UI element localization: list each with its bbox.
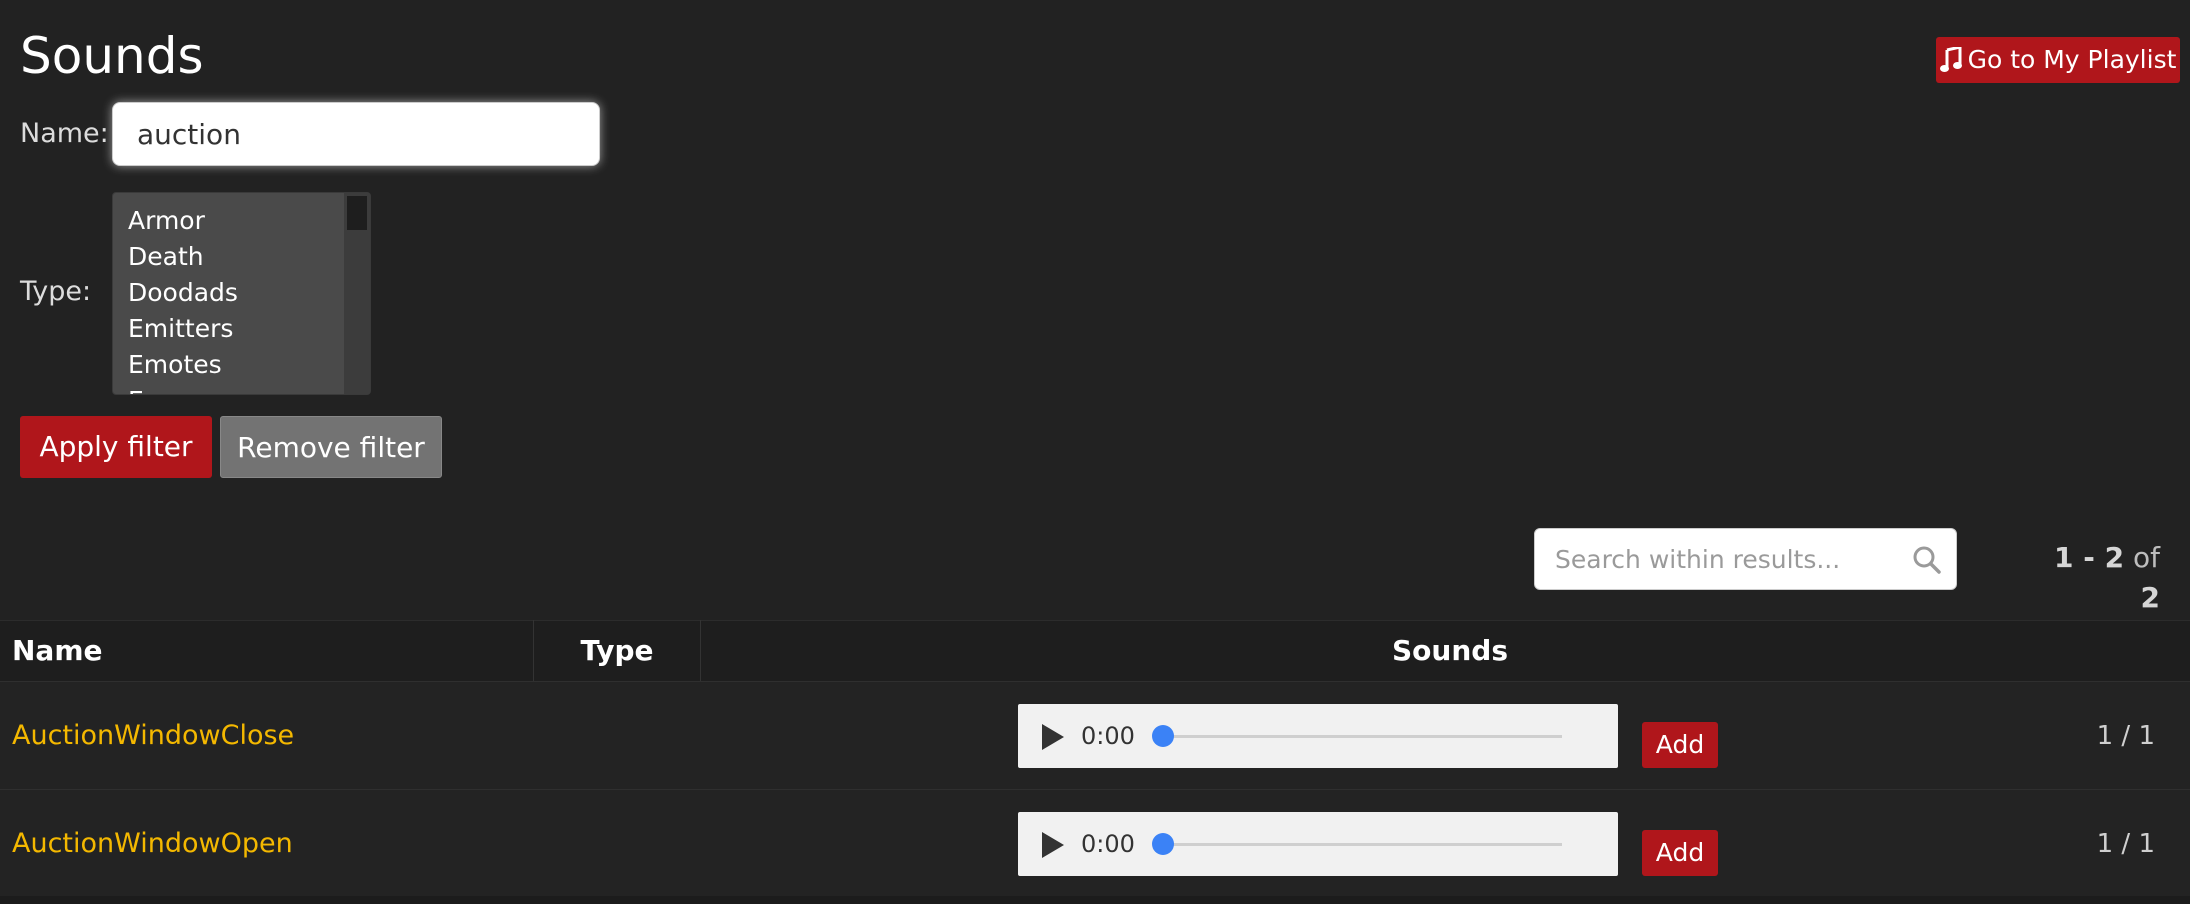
remove-filter-button[interactable]: Remove filter xyxy=(220,416,442,478)
add-to-playlist-button[interactable]: Add xyxy=(1642,722,1718,768)
table-row: AuctionWindowOpen 0:00 Add 1 / 1 xyxy=(0,789,2190,897)
type-option-emitters[interactable]: Emitters xyxy=(113,311,370,347)
sound-count: 1 / 1 xyxy=(2096,721,2155,751)
audio-player[interactable]: 0:00 xyxy=(1018,704,1618,768)
page-bottom-edge xyxy=(0,896,2190,904)
header-type[interactable]: Type xyxy=(534,621,700,681)
type-option-emotes[interactable]: Emotes xyxy=(113,347,370,383)
results-search-box xyxy=(1534,528,1957,590)
playlist-button-label: Go to My Playlist xyxy=(1967,45,2177,74)
apply-filter-button[interactable]: Apply filter xyxy=(20,416,212,478)
pager-of: of xyxy=(2133,541,2160,574)
play-icon[interactable] xyxy=(1042,724,1064,750)
audio-progress-thumb[interactable] xyxy=(1152,725,1174,747)
audio-player[interactable]: 0:00 xyxy=(1018,812,1618,876)
type-option-partial[interactable]: E... xyxy=(113,383,370,394)
sound-name-link[interactable]: AuctionWindowOpen xyxy=(12,824,293,864)
type-option-doodads[interactable]: Doodads xyxy=(113,275,370,311)
type-option-armor[interactable]: Armor xyxy=(113,203,370,239)
header-sounds: Sounds xyxy=(1392,634,1508,667)
add-to-playlist-button[interactable]: Add xyxy=(1642,830,1718,876)
type-label: Type: xyxy=(20,276,92,307)
page-title: Sounds xyxy=(20,27,204,85)
audio-progress-thumb[interactable] xyxy=(1152,833,1174,855)
name-label: Name: xyxy=(20,118,109,149)
name-filter-input[interactable] xyxy=(112,102,600,166)
search-icon[interactable] xyxy=(1912,545,1942,575)
pagination-info: 1 - 2 of 2 xyxy=(2030,538,2160,618)
sounds-table: Name Type Sounds AuctionWindowClose 0:00… xyxy=(0,620,2190,904)
table-row: AuctionWindowClose 0:00 Add 1 / 1 xyxy=(0,681,2190,789)
sound-count: 1 / 1 xyxy=(2096,829,2155,859)
header-name[interactable]: Name xyxy=(12,621,103,681)
audio-time: 0:00 xyxy=(1081,722,1135,750)
audio-progress-track[interactable] xyxy=(1162,843,1562,846)
scrollbar-thumb[interactable] xyxy=(347,196,367,230)
pager-total: 2 xyxy=(2140,581,2160,614)
type-option-death[interactable]: Death xyxy=(113,239,370,275)
go-to-playlist-button[interactable]: Go to My Playlist xyxy=(1936,37,2180,83)
play-icon[interactable] xyxy=(1042,832,1064,858)
sound-name-link[interactable]: AuctionWindowClose xyxy=(12,716,294,756)
pager-range: 1 - 2 xyxy=(2054,541,2125,574)
table-header: Name Type Sounds xyxy=(0,620,2190,681)
type-select-list[interactable]: Armor Death Doodads Emitters Emotes E... xyxy=(112,192,371,395)
results-search-input[interactable] xyxy=(1535,529,1895,589)
type-select-scrollbar[interactable] xyxy=(344,193,370,394)
audio-progress-track[interactable] xyxy=(1162,735,1562,738)
music-note-icon xyxy=(1939,47,1962,72)
audio-time: 0:00 xyxy=(1081,830,1135,858)
